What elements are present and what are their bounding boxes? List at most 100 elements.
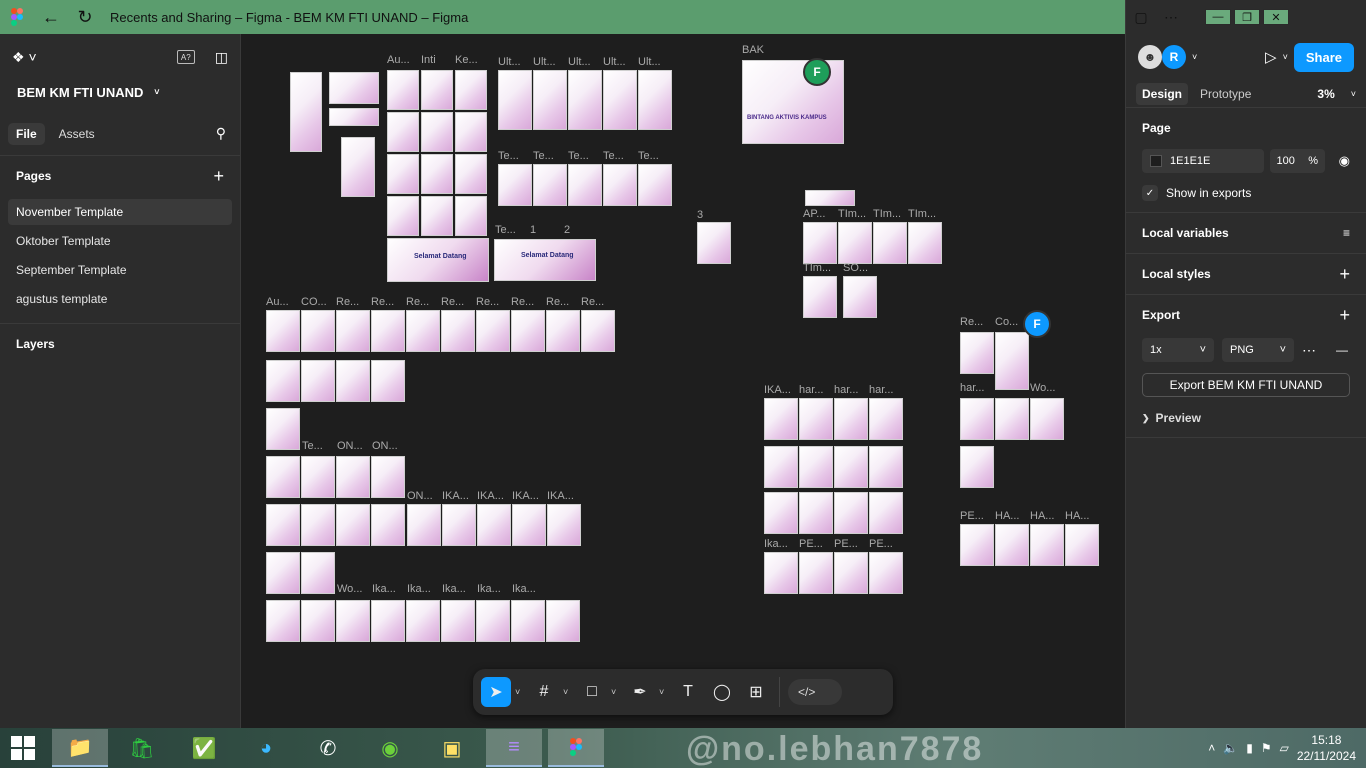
frame-label[interactable]: Ult...	[568, 56, 591, 68]
design-frame[interactable]	[266, 408, 300, 450]
design-frame[interactable]	[406, 600, 440, 642]
add-page-icon[interactable]: +	[213, 166, 224, 187]
add-export-icon[interactable]: +	[1339, 305, 1350, 326]
maximize-button[interactable]: ❐	[1234, 9, 1260, 25]
design-frame[interactable]	[290, 72, 322, 152]
export-button[interactable]: Export BEM KM FTI UNAND	[1142, 373, 1350, 397]
frame-label[interactable]: TIm...	[838, 208, 866, 220]
frame-label[interactable]: Ult...	[498, 56, 521, 68]
design-frame[interactable]	[266, 600, 300, 642]
text-tool-icon[interactable]: T	[673, 677, 703, 707]
design-frame[interactable]	[834, 446, 868, 488]
frame-label[interactable]: AP...	[803, 208, 825, 220]
design-frame[interactable]	[764, 552, 798, 594]
frame-label[interactable]: Te...	[302, 440, 323, 452]
design-frame[interactable]	[1030, 398, 1064, 440]
frame-label[interactable]: Ika...	[372, 583, 396, 595]
design-frame[interactable]	[407, 504, 441, 546]
frame-label[interactable]: Re...	[371, 296, 394, 308]
frame-label[interactable]: ON...	[407, 490, 433, 502]
frame-label[interactable]: Co...	[995, 316, 1018, 328]
frame-label[interactable]: Te...	[603, 150, 624, 162]
account-icon[interactable]: ▢	[1126, 0, 1156, 34]
more-options-icon[interactable]: ⋯	[1156, 0, 1186, 34]
design-frame[interactable]	[838, 222, 872, 264]
volume-icon[interactable]: 🔈	[1223, 741, 1238, 755]
design-frame[interactable]	[995, 332, 1029, 390]
local-styles-heading[interactable]: Local styles	[1142, 267, 1211, 281]
frame-label[interactable]: Te...	[568, 150, 589, 162]
edge-icon[interactable]: ◕	[238, 729, 294, 767]
frame-label[interactable]: Te...	[495, 224, 516, 236]
file-explorer-icon[interactable]: 📁	[52, 729, 108, 767]
frame-label[interactable]: HA...	[1030, 510, 1054, 522]
design-frame[interactable]	[476, 600, 510, 642]
flag-icon[interactable]: ⚑	[1261, 741, 1272, 755]
frame-label[interactable]: har...	[799, 384, 823, 396]
design-frame[interactable]	[441, 310, 475, 352]
design-frame[interactable]	[477, 504, 511, 546]
figma-taskbar-icon[interactable]	[548, 729, 604, 767]
rectangle-tool-icon[interactable]: □	[577, 677, 607, 707]
share-button[interactable]: Share	[1293, 42, 1354, 72]
zoom-level[interactable]: 3%	[1317, 87, 1334, 101]
design-frame[interactable]	[995, 398, 1029, 440]
frame-label[interactable]: 1	[530, 224, 536, 236]
design-canvas[interactable]: Au... Inti Ke... Selamat Datang Ult... Ult...…	[241, 34, 1125, 728]
sticky-notes-icon[interactable]: ▣	[424, 729, 480, 767]
design-frame[interactable]	[512, 504, 546, 546]
show-in-exports-checkbox[interactable]: ✓	[1142, 185, 1158, 201]
design-frame[interactable]	[336, 310, 370, 352]
duolingo-icon[interactable]: ◉	[362, 729, 418, 767]
network-icon[interactable]: ▱	[1280, 741, 1289, 755]
design-frame[interactable]	[803, 276, 837, 318]
page-item-september[interactable]: September Template	[8, 257, 232, 283]
design-frame[interactable]	[603, 164, 637, 206]
design-frame[interactable]	[547, 504, 581, 546]
page-item-november[interactable]: November Template	[8, 199, 232, 225]
design-frame[interactable]	[266, 310, 300, 352]
avatar[interactable]: ☻	[1138, 45, 1162, 69]
design-frame[interactable]	[266, 360, 300, 402]
frame-label[interactable]: IKA...	[764, 384, 791, 396]
close-button[interactable]: ✕	[1263, 9, 1289, 25]
frame-label[interactable]: ON...	[337, 440, 363, 452]
frame-label[interactable]: SO...	[843, 262, 868, 274]
preview-toggle[interactable]: ❯ Preview	[1142, 405, 1350, 431]
frame-label[interactable]: Wo...	[1030, 382, 1055, 394]
frame-label[interactable]: 3	[697, 209, 703, 221]
tab-assets[interactable]: Assets	[51, 123, 103, 145]
design-frame[interactable]	[960, 398, 994, 440]
design-frame[interactable]	[1030, 524, 1064, 566]
frame-label[interactable]: PE...	[960, 510, 984, 522]
frame-label[interactable]: Ika...	[764, 538, 788, 550]
design-frame[interactable]	[371, 310, 405, 352]
frame-label[interactable]: Ika...	[512, 583, 536, 595]
frame-label[interactable]: Inti	[421, 54, 436, 66]
frame-label[interactable]: Re...	[960, 316, 983, 328]
frame-label[interactable]: Ult...	[603, 56, 626, 68]
frame-label[interactable]: TIm...	[908, 208, 936, 220]
design-frame[interactable]	[908, 222, 942, 264]
frame-label[interactable]: Au...	[387, 54, 410, 66]
design-frame[interactable]	[960, 524, 994, 566]
design-frame[interactable]	[371, 504, 405, 546]
chevron-down-icon[interactable]: ˅	[563, 687, 573, 697]
frame-label[interactable]: Te...	[638, 150, 659, 162]
frame-label[interactable]: PE...	[869, 538, 893, 550]
design-frame[interactable]	[336, 504, 370, 546]
design-frame[interactable]	[764, 492, 798, 534]
design-frame[interactable]	[301, 360, 335, 402]
design-frame[interactable]	[834, 398, 868, 440]
frame-label[interactable]: Au...	[266, 296, 289, 308]
tab-prototype[interactable]: Prototype	[1194, 83, 1257, 105]
design-frame[interactable]	[638, 70, 672, 130]
color-swatch[interactable]	[1150, 155, 1162, 167]
design-frame[interactable]	[834, 552, 868, 594]
frame-label[interactable]: Te...	[498, 150, 519, 162]
frame-label[interactable]: 2	[564, 224, 570, 236]
app-icon[interactable]: ≡	[486, 729, 542, 767]
design-frame[interactable]	[869, 446, 903, 488]
reload-icon[interactable]: ↻	[68, 0, 102, 34]
add-style-icon[interactable]: +	[1339, 264, 1350, 285]
